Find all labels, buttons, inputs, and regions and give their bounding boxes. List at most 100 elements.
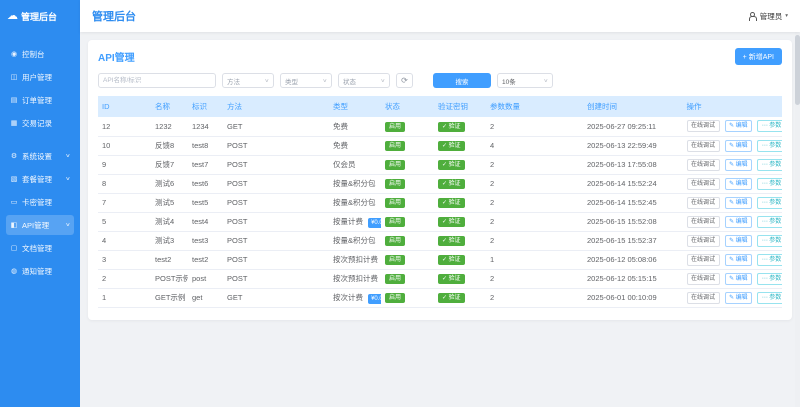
card-header: API管理 + 新增API (98, 48, 782, 65)
params-button[interactable]: ⋯ 参数 (757, 158, 782, 171)
scrollbar-thumb[interactable] (795, 35, 800, 105)
params-button[interactable]: ⋯ 参数 (757, 139, 782, 152)
column-header: 操作 (682, 96, 782, 117)
debug-button[interactable]: 在线调试 (686, 215, 720, 228)
sidebar-item[interactable]: ▢ 文档管理 (6, 238, 74, 258)
debug-button[interactable]: 在线调试 (686, 139, 720, 152)
debug-button-label: 在线调试 (691, 294, 716, 301)
edit-button[interactable]: ✎ 编辑 (724, 234, 753, 247)
verify-label: 验证 (448, 257, 461, 263)
add-api-button[interactable]: + 新增API (734, 48, 782, 65)
sidebar-item[interactable]: ▦ 交易记录 (6, 113, 74, 133)
debug-button[interactable]: 在线调试 (686, 120, 720, 133)
pencil-icon: ✎ (729, 199, 735, 206)
debug-button[interactable]: 在线调试 (686, 196, 720, 209)
price-badge: ¥0.001 (368, 293, 381, 304)
pencil-icon: ✎ (729, 123, 735, 130)
params-button[interactable]: ⋯ 参数 (757, 177, 782, 190)
api-table: ID 名称 标识 方法 类型 状态 验证密钥 参数数量 创建时间 操作 12 1232 1234 … (98, 96, 782, 308)
search-button[interactable]: 搜索 (433, 73, 491, 88)
sidebar: ☁ 管理后台 ◉ 控制台 ◫ 用户管理 ▤ 订单管理 ▦ 交易记录 ⚙ 系统设置… (0, 0, 80, 407)
method-select[interactable]: 方法 ∨ (222, 73, 274, 88)
verify-label: 验证 (448, 143, 461, 149)
cell-status: 启用 (381, 269, 434, 289)
edit-button[interactable]: ✎ 编辑 (724, 177, 753, 190)
type-select[interactable]: 类型 ∨ (280, 73, 332, 88)
price-badge: ¥0.003 (368, 217, 381, 228)
debug-button[interactable]: 在线调试 (686, 291, 720, 304)
cell-created: 2025-06-12 05:15:15 (583, 269, 683, 289)
status-badge: 启用 (385, 141, 406, 151)
sidebar-item[interactable]: ▭ 卡密管理 (6, 192, 74, 212)
sidebar-item[interactable]: ◍ 通知管理 (6, 261, 74, 281)
check-icon: ✓ (442, 257, 448, 263)
debug-button[interactable]: 在线调试 (686, 234, 720, 247)
params-button[interactable]: ⋯ 参数 (757, 291, 782, 304)
debug-button[interactable]: 在线调试 (686, 272, 720, 285)
reset-button[interactable]: ⟳ (396, 73, 413, 88)
cell-verify: ✓ 验证 (434, 212, 486, 232)
search-input[interactable] (98, 73, 216, 88)
chevron-down-icon: ∨ (65, 222, 71, 228)
edit-button[interactable]: ✎ 编辑 (724, 139, 753, 152)
cell-name: POST示例 (151, 269, 188, 289)
edit-button[interactable]: ✎ 编辑 (724, 272, 753, 285)
edit-button[interactable]: ✎ 编辑 (724, 253, 753, 266)
params-button[interactable]: ⋯ 参数 (757, 196, 782, 209)
params-button[interactable]: ⋯ 参数 (757, 253, 782, 266)
params-button[interactable]: ⋯ 参数 (757, 120, 782, 133)
params-button-label: 参数 (769, 275, 782, 282)
type-label: 按量&积分包 (333, 197, 376, 207)
cell-code: test8 (188, 136, 223, 156)
debug-button[interactable]: 在线调试 (686, 253, 720, 266)
verify-label: 验证 (448, 181, 461, 187)
sidebar-item[interactable]: ◉ 控制台 (6, 44, 74, 64)
cell-verify: ✓ 验证 (434, 288, 486, 308)
check-icon: ✓ (442, 200, 448, 206)
sidebar-item[interactable]: ◧ API管理 ∨ (6, 215, 74, 235)
app-logo-text: 管理后台 (21, 11, 58, 22)
pencil-icon: ✎ (729, 180, 735, 187)
sidebar-item[interactable]: ⚙ 系统设置 ∨ (6, 146, 74, 166)
status-select[interactable]: 状态 ∨ (338, 73, 390, 88)
edit-button[interactable]: ✎ 编辑 (724, 196, 753, 209)
table-row: 9 反馈7 test7 POST 仅会员 启用 ✓ 验证 2 2025-06-1… (98, 155, 782, 175)
debug-button[interactable]: 在线调试 (686, 158, 720, 171)
params-button[interactable]: ⋯ 参数 (757, 272, 782, 285)
cell-id: 10 (98, 136, 151, 156)
cell-id: 9 (98, 155, 151, 175)
sidebar-item[interactable]: ◫ 用户管理 (6, 67, 74, 87)
debug-button[interactable]: 在线调试 (686, 177, 720, 190)
cell-name: 测试3 (151, 231, 188, 251)
edit-button[interactable]: ✎ 编辑 (724, 158, 753, 171)
method-select-value: 方法 (227, 78, 240, 86)
cell-id: 3 (98, 250, 151, 270)
params-button-label: 参数 (769, 142, 782, 149)
table-row: 3 test2 test2 POST 按次预扣计费 ¥0.002 启用 (98, 250, 782, 270)
cell-type: 按次预扣计费 ¥0.001 (329, 269, 381, 289)
cell-created: 2025-06-27 09:25:11 (583, 117, 683, 137)
check-icon: ✓ (442, 181, 448, 187)
page-size-select[interactable]: 10条 ∨ (497, 73, 553, 88)
edit-button-label: 编辑 (735, 142, 748, 149)
sidebar-item[interactable]: ▧ 套餐管理 ∨ (6, 169, 74, 189)
edit-button[interactable]: ✎ 编辑 (724, 291, 753, 304)
params-button-label: 参数 (769, 237, 782, 244)
scrollbar[interactable] (795, 32, 800, 407)
params-button[interactable]: ⋯ 参数 (757, 215, 782, 228)
user-menu[interactable]: 管理员 ▾ (748, 11, 788, 22)
cell-params: 2 (486, 174, 583, 194)
edit-button[interactable]: ✎ 编辑 (724, 215, 753, 228)
check-icon: ✓ (442, 276, 448, 282)
cloud-icon: ☁ (7, 9, 18, 22)
params-button[interactable]: ⋯ 参数 (757, 234, 782, 247)
card-icon: ▭ (10, 199, 18, 206)
column-header: 参数数量 (486, 96, 583, 117)
verify-badge: ✓ 验证 (438, 160, 465, 170)
edit-button[interactable]: ✎ 编辑 (724, 120, 753, 133)
sidebar-item[interactable]: ▤ 订单管理 (6, 90, 74, 110)
page-title: API管理 (98, 53, 135, 64)
verify-badge: ✓ 验证 (438, 121, 465, 132)
check-icon: ✓ (442, 143, 448, 149)
edit-button-label: 编辑 (735, 199, 748, 206)
